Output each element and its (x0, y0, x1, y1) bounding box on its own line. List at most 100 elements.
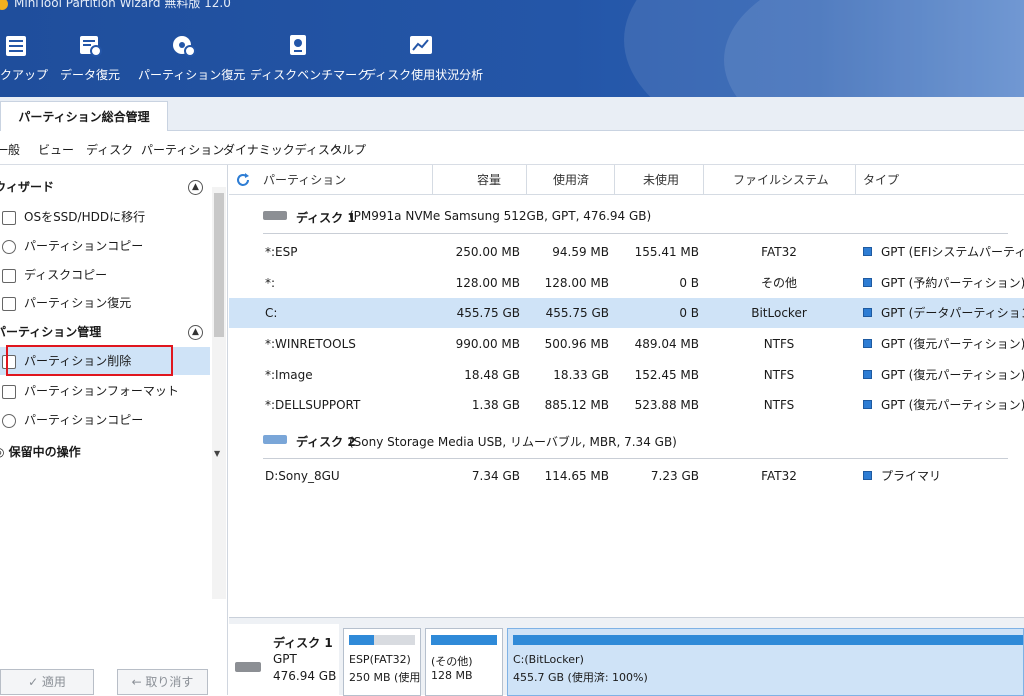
disk-copy-icon (2, 268, 16, 283)
cell-filesystem: FAT32 (761, 245, 797, 259)
table-row[interactable]: *:ESP 250.00 MB 94.59 MB 155.41 MB FAT32… (229, 237, 1024, 267)
toolbar-label: ックアップ (0, 68, 49, 82)
tab-partition-management[interactable]: パーティション総合管理 (0, 101, 168, 132)
disk-map-partition[interactable]: ESP(FAT32) 250 MB (使用 (343, 628, 421, 696)
cell-partition: *:Image (265, 368, 313, 382)
row-separator (263, 458, 1008, 459)
col-capacity[interactable]: 容量 (477, 165, 501, 195)
data-recovery-icon (80, 36, 102, 57)
col-separator (526, 165, 527, 195)
toolbar-label: パーティション復元 (138, 68, 246, 82)
toolbar-backup-button[interactable]: ックアップ (0, 30, 49, 92)
usage-bar-fill (349, 635, 375, 645)
lp-item-format-partition[interactable]: パーティションフォーマット (0, 377, 210, 405)
col-type[interactable]: タイプ (863, 165, 899, 195)
toolbar-space-analyzer-button[interactable]: ディスク使用状況分析 (364, 30, 484, 92)
collapse-icon[interactable]: ▲ (188, 180, 203, 195)
pending-title: 保留中の操作 (8, 445, 81, 459)
cell-used: 455.75 GB (545, 306, 609, 320)
disk-map-disk[interactable]: ディスク 1 GPT 476.94 GB (229, 624, 339, 696)
partition-grid: パーティション 容量 使用済 未使用 ファイルシステム タイプ ディスク 1 (… (229, 165, 1024, 615)
tab-strip: パーティション総合管理 (0, 97, 1024, 132)
partition-copy-icon (2, 413, 16, 428)
table-row[interactable]: D:Sony_8GU 7.34 GB 114.65 MB 7.23 GB FAT… (229, 461, 1024, 491)
table-row[interactable]: *:WINRETOOLS 990.00 MB 500.96 MB 489.04 … (229, 329, 1024, 359)
cell-partition: *: (265, 276, 276, 290)
apply-button[interactable]: ✓ 適用 (0, 669, 94, 695)
disk-desc: (Sony Storage Media USB, リムーバブル, MBR, 7.… (349, 435, 677, 449)
cell-filesystem: NTFS (763, 368, 795, 382)
cell-type: GPT (EFIシステムパーティション) (881, 245, 1024, 259)
cell-type: プライマリ (881, 469, 942, 483)
lp-item-partition-recovery[interactable]: パーティション復元 (0, 289, 210, 317)
disk-row[interactable]: ディスク 1 (PM991a NVMe Samsung 512GB, GPT, … (229, 199, 1024, 233)
partition-mgmt-section-header[interactable]: パーティション管理 ▲ (0, 320, 206, 344)
col-separator (614, 165, 615, 195)
col-unused[interactable]: 未使用 (643, 165, 679, 195)
disk-row[interactable]: ディスク 2 (Sony Storage Media USB, リムーバブル, … (229, 423, 1024, 457)
lp-item-partition-copy-2[interactable]: パーティションコピー (0, 406, 210, 434)
refresh-icon[interactable] (235, 172, 251, 188)
col-used[interactable]: 使用済 (553, 165, 589, 195)
col-separator (432, 165, 433, 195)
toolbar-partition-recovery-button[interactable]: パーティション復元 (138, 30, 246, 92)
toolbar-data-recovery-button[interactable]: データ復元 (60, 30, 120, 92)
lp-item-migrate-os[interactable]: OSをSSD/HDDに移行 (0, 203, 210, 231)
disk-map-partition-selected[interactable]: C:(BitLocker) 455.7 GB (使用済: 100%) (507, 628, 1024, 696)
cell-filesystem: その他 (760, 276, 797, 290)
col-partition[interactable]: パーティション (263, 165, 346, 195)
menu-view[interactable]: ビュー (38, 141, 74, 158)
usage-bar-fill (431, 635, 497, 645)
menu-dynamic-disk[interactable]: ダイナミックディスク (223, 141, 342, 158)
menu-help[interactable]: ヘルプ (330, 141, 366, 158)
usage-bar (349, 635, 415, 645)
left-panel-scrollbar[interactable]: ▼ (212, 187, 226, 599)
cell-used: 94.59 MB (552, 245, 609, 259)
type-square-icon (863, 278, 872, 287)
partition-copy-icon (2, 239, 16, 254)
table-row[interactable]: *: 128.00 MB 128.00 MB 0 B その他 GPT (予約パー… (229, 268, 1024, 298)
disk-map-disk-size: 476.94 GB (273, 669, 337, 683)
undo-button[interactable]: ← 取り消す (117, 669, 208, 695)
collapse-icon[interactable]: ▲ (188, 325, 203, 340)
menu-disk[interactable]: ディスク (86, 141, 133, 158)
pending-icon: ◎ (0, 445, 9, 459)
disk-map-part-label: (その他) (431, 655, 473, 668)
toolbar-label: ディスク使用状況分析 (364, 68, 484, 82)
partition-mgmt-title: パーティション管理 (0, 325, 102, 339)
cell-used: 18.33 GB (553, 368, 609, 382)
toolbar-disk-benchmark-button[interactable]: ディスクベンチマーク (250, 30, 369, 92)
lp-item-label: パーティションフォーマット (24, 384, 179, 398)
toolbar-label: データ復元 (60, 68, 121, 82)
disk-desc: (PM991a NVMe Samsung 512GB, GPT, 476.94 … (349, 209, 652, 223)
pending-section-header[interactable]: ◎ 保留中の操作 (0, 440, 206, 464)
row-separator (263, 233, 1008, 234)
table-row[interactable]: *:DELLSUPPORT 1.38 GB 885.12 MB 523.88 M… (229, 390, 1024, 420)
col-filesystem[interactable]: ファイルシステム (733, 165, 829, 195)
disk-map-partition[interactable]: (その他) 128 MB (425, 628, 503, 696)
menu-partition[interactable]: パーティション (141, 141, 224, 158)
lp-item-partition-copy[interactable]: パーティションコピー (0, 232, 210, 260)
disk-name: ディスク 1 (296, 211, 356, 225)
menu-general[interactable]: 一般 (0, 141, 20, 158)
grid-header: パーティション 容量 使用済 未使用 ファイルシステム タイプ (229, 165, 1024, 195)
cell-unused: 0 B (679, 276, 699, 290)
cell-filesystem: NTFS (763, 337, 795, 351)
cell-type: GPT (復元パーティション) (881, 368, 1024, 382)
scroll-down-icon[interactable]: ▼ (214, 449, 220, 458)
disk-map: ディスク 1 GPT 476.94 GB ESP(FAT32) 250 MB (… (229, 617, 1024, 696)
wizard-title: ウィザード (0, 180, 55, 194)
cell-used: 114.65 MB (544, 469, 609, 483)
scrollbar-thumb[interactable] (214, 193, 224, 337)
disk-benchmark-icon (290, 35, 306, 55)
type-square-icon (863, 308, 872, 317)
cell-capacity: 250.00 MB (455, 245, 520, 259)
left-panel: ウィザード ▲ OSをSSD/HDDに移行 パーティションコピー ディスクコピー… (0, 165, 228, 695)
table-row[interactable]: *:Image 18.48 GB 18.33 GB 152.45 MB NTFS… (229, 360, 1024, 390)
highlight-box (6, 345, 173, 376)
table-row[interactable]: C: 455.75 GB 455.75 GB 0 B BitLocker GPT… (229, 298, 1024, 328)
disk-map-part-label: ESP(FAT32) (349, 653, 411, 666)
wizard-section-header[interactable]: ウィザード ▲ (0, 175, 206, 199)
lp-item-disk-copy[interactable]: ディスクコピー (0, 261, 210, 289)
app-title-text: MiniTool Partition Wizard 無料版 12.0 (14, 0, 231, 10)
